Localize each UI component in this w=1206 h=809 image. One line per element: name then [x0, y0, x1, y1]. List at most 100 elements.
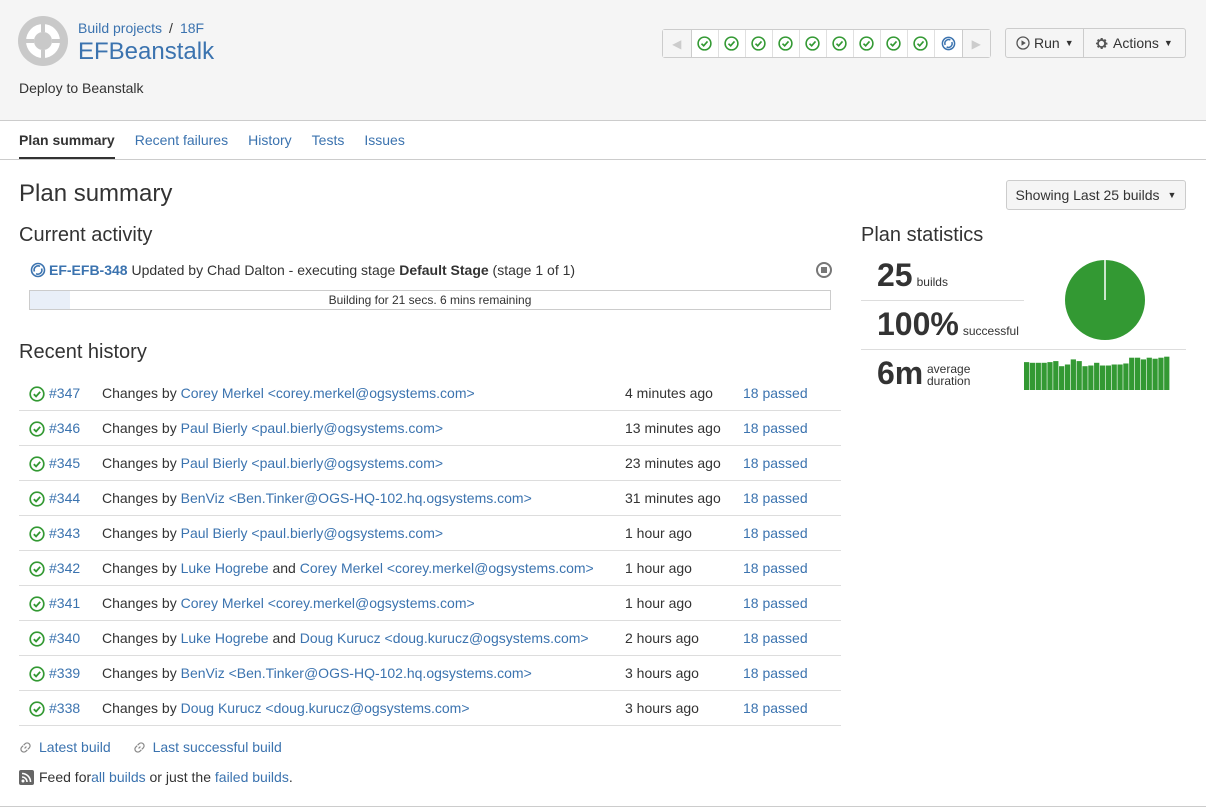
author-link[interactable]: Luke Hogrebe [181, 560, 269, 576]
tests-passed-link[interactable]: 18 passed [743, 700, 808, 716]
duration-bar [1029, 362, 1036, 390]
feed-failed-builds-link[interactable]: failed builds [215, 769, 289, 785]
build-success-icon [29, 596, 45, 615]
duration-bar [1076, 361, 1082, 390]
run-button[interactable]: Run ▼ [1005, 28, 1084, 58]
build-success-icon[interactable] [854, 30, 881, 57]
tests-passed-link[interactable]: 18 passed [743, 560, 808, 576]
showing-builds-dropdown[interactable]: Showing Last 25 builds ▼ [1006, 180, 1186, 210]
build-success-icon[interactable] [773, 30, 800, 57]
previous-builds-arrow[interactable]: ◀ [663, 30, 692, 57]
tests-passed-link[interactable]: 18 passed [743, 385, 808, 401]
tab-recent-failures[interactable]: Recent failures [135, 121, 228, 159]
duration-bar [1117, 364, 1123, 390]
build-success-icon[interactable] [800, 30, 827, 57]
build-number-link[interactable]: #339 [49, 665, 80, 681]
duration-bar [1070, 359, 1076, 390]
tab-issues[interactable]: Issues [364, 121, 404, 159]
author-link[interactable]: <corey.merkel@ogsystems.com> [264, 385, 475, 401]
breadcrumb-build-projects[interactable]: Build projects [78, 20, 162, 36]
duration-bar [1064, 364, 1071, 390]
tab-plan-summary[interactable]: Plan summary [19, 121, 115, 159]
plan-tabs: Plan summary Recent failures History Tes… [0, 121, 1206, 160]
build-success-icon [29, 491, 45, 510]
current-activity-text: EF-EFB-348 Updated by Chad Dalton - exec… [49, 262, 575, 278]
author-link[interactable]: Paul Bierly [181, 420, 248, 436]
author-link[interactable]: <paul.bierly@ogsystems.com> [248, 420, 443, 436]
duration-bar [1164, 356, 1170, 390]
build-number-link[interactable]: #338 [49, 700, 80, 716]
tab-history[interactable]: History [248, 121, 292, 159]
tests-passed-link[interactable]: 18 passed [743, 525, 808, 541]
build-changes: Changes by Luke Hogrebe and Corey Merkel… [102, 560, 594, 576]
current-build-link[interactable]: EF-EFB-348 [49, 262, 128, 278]
author-link[interactable]: <paul.bierly@ogsystems.com> [248, 455, 443, 471]
build-success-icon[interactable] [692, 30, 719, 57]
actions-button[interactable]: Actions ▼ [1084, 28, 1186, 58]
feed-all-builds-link[interactable]: all builds [91, 769, 145, 785]
stat-builds-label: builds [916, 275, 948, 289]
build-success-icon[interactable] [881, 30, 908, 57]
author-link[interactable]: Doug Kurucz <doug.kurucz@ogsystems.com> [300, 630, 589, 646]
feed-middle: or just the [145, 769, 215, 785]
author-link[interactable]: <Ben.Tinker@OGS-HQ-102.hq.ogsystems.com> [225, 490, 532, 506]
link-icon [133, 741, 145, 753]
author-link[interactable]: Doug Kurucz [181, 700, 262, 716]
page-divider [0, 806, 1206, 807]
author-link[interactable]: <paul.bierly@ogsystems.com> [248, 525, 443, 541]
changes-conjunction: and [268, 630, 300, 646]
build-success-icon[interactable] [908, 30, 935, 57]
build-number-link[interactable]: #342 [49, 560, 80, 576]
plan-title[interactable]: EFBeanstalk [78, 38, 214, 66]
author-link[interactable]: <Ben.Tinker@OGS-HQ-102.hq.ogsystems.com> [225, 665, 532, 681]
link-icon [20, 741, 31, 753]
author-link[interactable]: Corey Merkel <corey.merkel@ogsystems.com… [300, 560, 594, 576]
build-success-icon[interactable] [719, 30, 746, 57]
author-link[interactable]: Luke Hogrebe [181, 630, 269, 646]
tab-tests[interactable]: Tests [312, 121, 345, 159]
build-number-link[interactable]: #341 [49, 595, 80, 611]
build-in-progress-icon[interactable] [935, 30, 962, 57]
build-number-link[interactable]: #344 [49, 490, 80, 506]
last-successful-build-link[interactable]: Last successful build [133, 739, 282, 755]
tests-passed-link[interactable]: 18 passed [743, 665, 808, 681]
plan-statistics-heading: Plan statistics [861, 224, 984, 246]
tests-passed-link[interactable]: 18 passed [743, 420, 808, 436]
build-success-icon [29, 526, 45, 545]
stat-success: 100% successful [877, 306, 1019, 343]
author-link[interactable]: BenViz [181, 665, 225, 681]
build-number-link[interactable]: #343 [49, 525, 80, 541]
stat-builds: 25 builds [877, 257, 948, 294]
stat-divider [861, 300, 1024, 301]
author-link[interactable]: <corey.merkel@ogsystems.com> [264, 595, 475, 611]
stat-success-value: 100% [877, 306, 959, 342]
build-time: 23 minutes ago [625, 455, 721, 471]
build-number-link[interactable]: #347 [49, 385, 80, 401]
build-number-link[interactable]: #346 [49, 420, 80, 436]
build-success-icon[interactable] [746, 30, 773, 57]
stat-builds-value: 25 [877, 257, 913, 293]
author-link[interactable]: Paul Bierly [181, 455, 248, 471]
tests-passed-link[interactable]: 18 passed [743, 490, 808, 506]
author-link[interactable]: BenViz [181, 490, 225, 506]
duration-bar [1158, 357, 1164, 390]
changes-prefix: Changes by [102, 560, 181, 576]
build-number-link[interactable]: #340 [49, 630, 80, 646]
changes-prefix: Changes by [102, 595, 181, 611]
build-success-icon[interactable] [827, 30, 854, 57]
author-link[interactable]: <doug.kurucz@ogsystems.com> [262, 700, 469, 716]
tests-passed-link[interactable]: 18 passed [743, 595, 808, 611]
tests-passed-link[interactable]: 18 passed [743, 455, 808, 471]
build-number-link[interactable]: #345 [49, 455, 80, 471]
breadcrumb-project[interactable]: 18F [180, 20, 204, 36]
author-link[interactable]: Corey Merkel [181, 595, 264, 611]
history-row: #347 Changes by Corey Merkel <corey.merke… [19, 376, 841, 411]
tests-passed-link[interactable]: 18 passed [743, 630, 808, 646]
build-time: 13 minutes ago [625, 420, 721, 436]
author-link[interactable]: Paul Bierly [181, 525, 248, 541]
author-link[interactable]: Corey Merkel [181, 385, 264, 401]
next-builds-arrow[interactable]: ▶ [961, 30, 990, 57]
actions-label: Actions [1113, 35, 1159, 51]
latest-build-link[interactable]: Latest build [19, 739, 111, 755]
stop-build-button[interactable] [816, 262, 832, 278]
